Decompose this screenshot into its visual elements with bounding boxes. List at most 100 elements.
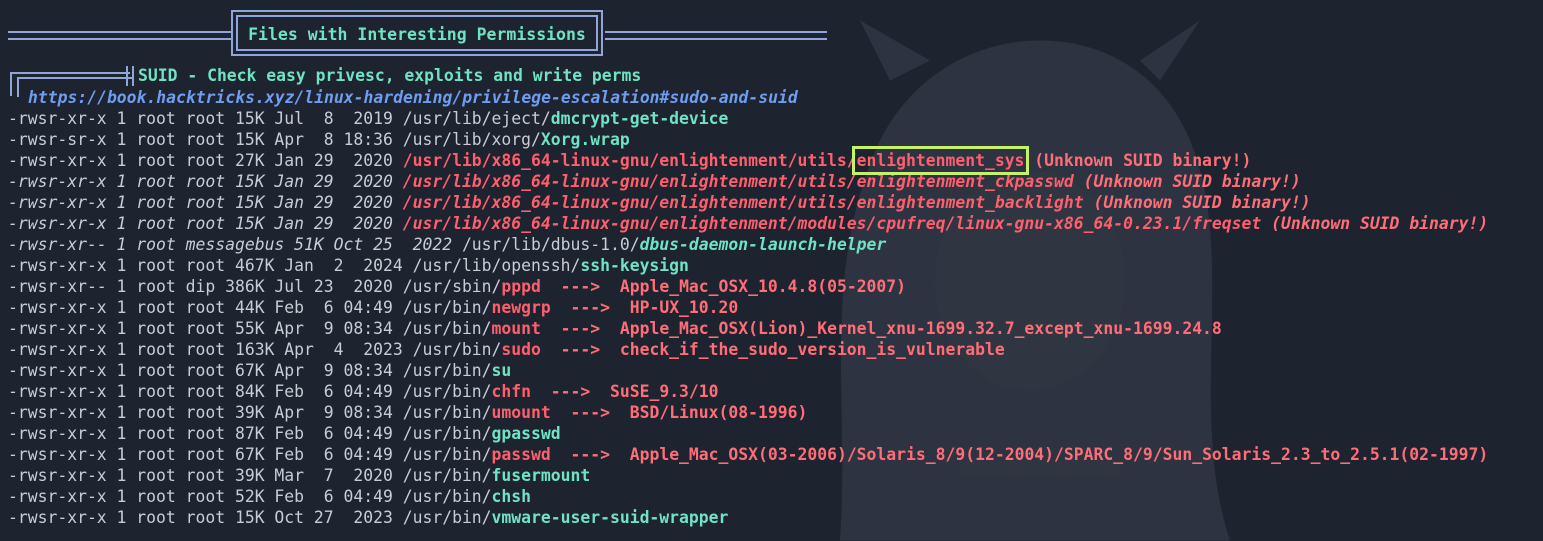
file-directory: /usr/lib/x86_64-linux-gnu/enlightenment/… — [402, 151, 857, 170]
file-listing-row: -rwsr-xr-x 1 root root 15K Jan 29 2020 /… — [8, 213, 1488, 234]
file-metadata: -rwsr-xr-x 1 root root 67K Apr 9 08:34 — [8, 361, 403, 380]
file-listing-row: -rwsr-xr-- 1 root messagebus 51K Oct 25 … — [8, 234, 1488, 255]
binary-name: ssh-keysign — [580, 256, 689, 275]
terminal-window[interactable]: Files with Interesting Permissions SUID … — [0, 0, 1543, 541]
file-metadata: -rwsr-xr-x 1 root root 467K Jan 2 2024 — [8, 256, 413, 275]
file-metadata: -rwsr-xr-x 1 root root 39K Apr 9 08:34 — [8, 403, 403, 422]
binary-name: newgrp — [491, 298, 551, 317]
file-listing-row: -rwsr-xr-x 1 root root 39K Apr 9 08:34 /… — [8, 402, 1488, 423]
file-listing-row: -rwsr-xr-x 1 root root 15K Jan 29 2020 /… — [8, 171, 1488, 192]
file-directory: /usr/bin/ — [402, 466, 492, 485]
file-directory: /usr/bin/ — [402, 424, 492, 443]
section-banner: Files with Interesting Permissions — [0, 10, 830, 60]
binary-name: freqset — [1192, 214, 1262, 233]
exploit-arrow: ---> — [550, 298, 630, 317]
suid-file-list[interactable]: -rwsr-xr-x 1 root root 15K Jul 8 2019 /u… — [8, 108, 1488, 528]
binary-name: su — [491, 361, 512, 380]
exploit-note: Apple_Mac_OSX(Lion)_Kernel_xnu-1699.32.7… — [619, 319, 1222, 338]
file-listing-row: -rwsr-xr-x 1 root root 163K Apr 4 2023 /… — [8, 339, 1488, 360]
file-metadata: -rwsr-xr-x 1 root root 67K Feb 6 04:49 — [8, 445, 403, 464]
banner-title: Files with Interesting Permissions — [248, 25, 586, 44]
binary-name: chfn — [491, 382, 532, 401]
binary-name: chsh — [491, 487, 532, 506]
file-metadata: -rwsr-xr-x 1 root root 84K Feb 6 04:49 — [8, 382, 403, 401]
section-tick — [132, 66, 134, 86]
file-listing-row: -rwsr-xr-- 1 root dip 386K Jul 23 2020 /… — [8, 276, 1488, 297]
section-tick — [126, 66, 128, 86]
file-metadata: -rwsr-sr-x 1 root root 15K Apr 8 18:36 — [8, 130, 403, 149]
exploit-arrow: ---> — [550, 445, 630, 464]
file-metadata: -rwsr-xr-x 1 root root 15K Jul 8 2019 — [8, 109, 403, 128]
file-listing-row: -rwsr-xr-x 1 root root 15K Oct 27 2023 /… — [8, 507, 1488, 528]
binary-name: mount — [491, 319, 541, 338]
file-metadata: -rwsr-xr-x 1 root root 163K Apr 4 2023 — [8, 340, 413, 359]
section-url-link[interactable]: https://book.hacktricks.xyz/linux-harden… — [28, 88, 798, 107]
file-listing-row: -rwsr-xr-x 1 root root 27K Jan 29 2020 /… — [8, 146, 1488, 175]
file-directory: /usr/sbin/ — [402, 277, 502, 296]
file-directory: /usr/lib/openssh/ — [412, 256, 581, 275]
file-metadata: -rwsr-xr-x 1 root root 15K Jan 29 2020 — [8, 214, 403, 233]
file-directory: /usr/lib/eject/ — [402, 109, 551, 128]
file-directory: /usr/lib/xorg/ — [402, 130, 541, 149]
exploit-note: (Unknown SUID binary!) — [1073, 172, 1301, 191]
exploit-arrow: ---> — [550, 403, 630, 422]
file-metadata: -rwsr-xr-x 1 root root 15K Jan 29 2020 — [8, 172, 403, 191]
file-listing-row: -rwsr-xr-x 1 root root 52K Feb 6 04:49 /… — [8, 486, 1488, 507]
file-listing-row: -rwsr-xr-x 1 root root 44K Feb 6 04:49 /… — [8, 297, 1488, 318]
file-directory: /usr/bin/ — [402, 508, 492, 527]
file-listing-row: -rwsr-xr-x 1 root root 84K Feb 6 04:49 /… — [8, 381, 1488, 402]
exploit-note: HP-UX_10.20 — [629, 298, 739, 317]
banner-box: Files with Interesting Permissions — [231, 10, 603, 56]
file-metadata: -rwsr-xr-x 1 root root 87K Feb 6 04:49 — [8, 424, 403, 443]
exploit-note: (Unknown SUID binary!) — [1261, 214, 1489, 233]
file-metadata: -rwsr-xr-x 1 root root 55K Apr 9 08:34 — [8, 319, 403, 338]
file-metadata: -rwsr-xr-x 1 root root 52K Feb 6 04:49 — [8, 487, 403, 506]
exploit-arrow: ---> — [540, 277, 620, 296]
file-metadata: -rwsr-xr-x 1 root root 15K Jan 29 2020 — [8, 193, 403, 212]
file-directory: /usr/bin/ — [402, 361, 492, 380]
file-listing-row: -rwsr-xr-x 1 root root 15K Jul 8 2019 /u… — [8, 108, 1488, 129]
file-directory: /usr/bin/ — [402, 403, 492, 422]
file-directory: /usr/bin/ — [402, 298, 492, 317]
file-directory: /usr/bin/ — [412, 340, 502, 359]
exploit-arrow: ---> — [540, 319, 620, 338]
exploit-note: Apple_Mac_OSX(03-2006)/Solaris_8/9(12-20… — [629, 445, 1489, 464]
file-listing-row: -rwsr-xr-x 1 root root 67K Apr 9 08:34 /… — [8, 360, 1488, 381]
exploit-arrow: ---> — [531, 382, 610, 401]
exploit-note: BSD/Linux(08-1996) — [629, 403, 808, 422]
exploit-note: check_if_the_sudo_version_is_vulnerable — [619, 340, 1005, 359]
file-directory: /usr/lib/dbus-1.0/ — [461, 235, 640, 254]
binary-name: fusermount — [491, 466, 591, 485]
section-heading: SUID - Check easy privesc, exploits and … — [138, 66, 642, 85]
binary-name: umount — [491, 403, 551, 422]
file-directory: /usr/bin/ — [402, 487, 492, 506]
exploit-note: Apple_Mac_OSX_10.4.8(05-2007) — [619, 277, 907, 296]
binary-name: passwd — [491, 445, 551, 464]
binary-name: vmware-user-suid-wrapper — [491, 508, 729, 527]
binary-name: Xorg.wrap — [540, 130, 630, 149]
binary-name: pppd — [501, 277, 541, 296]
file-directory: /usr/bin/ — [402, 445, 492, 464]
exploit-arrow: ---> — [540, 340, 620, 359]
binary-name: sudo — [501, 340, 541, 359]
banner-rail-left — [8, 31, 232, 40]
file-listing-row: -rwsr-xr-x 1 root root 467K Jan 2 2024 /… — [8, 255, 1488, 276]
file-directory: /usr/lib/x86_64-linux-gnu/enlightenment/… — [402, 214, 1193, 233]
exploit-note: SuSE_9.3/10 — [609, 382, 719, 401]
binary-name: enlightenment_sys — [851, 146, 1030, 175]
file-metadata: -rwsr-xr-x 1 root root 27K Jan 29 2020 — [8, 151, 403, 170]
binary-name: enlightenment_backlight — [856, 193, 1084, 212]
file-directory: /usr/bin/ — [402, 319, 492, 338]
file-directory: /usr/bin/ — [402, 382, 492, 401]
file-listing-row: -rwsr-xr-x 1 root root 39K Mar 7 2020 /u… — [8, 465, 1488, 486]
file-listing-row: -rwsr-xr-x 1 root root 15K Jan 29 2020 /… — [8, 192, 1488, 213]
exploit-note: (Unknown SUID binary!) — [1083, 193, 1311, 212]
binary-name: dmcrypt-get-device — [550, 109, 729, 128]
file-metadata: -rwsr-xr-x 1 root root 15K Oct 27 2023 — [8, 508, 403, 527]
file-metadata: -rwsr-xr-- 1 root messagebus 51K Oct 25 … — [8, 235, 462, 254]
file-directory: /usr/lib/x86_64-linux-gnu/enlightenment/… — [402, 193, 857, 212]
file-metadata: -rwsr-xr-- 1 root dip 386K Jul 23 2020 — [8, 277, 403, 296]
binary-name: gpasswd — [491, 424, 561, 443]
binary-name: enlightenment_ckpasswd — [856, 172, 1074, 191]
file-listing-row: -rwsr-xr-x 1 root root 87K Feb 6 04:49 /… — [8, 423, 1488, 444]
